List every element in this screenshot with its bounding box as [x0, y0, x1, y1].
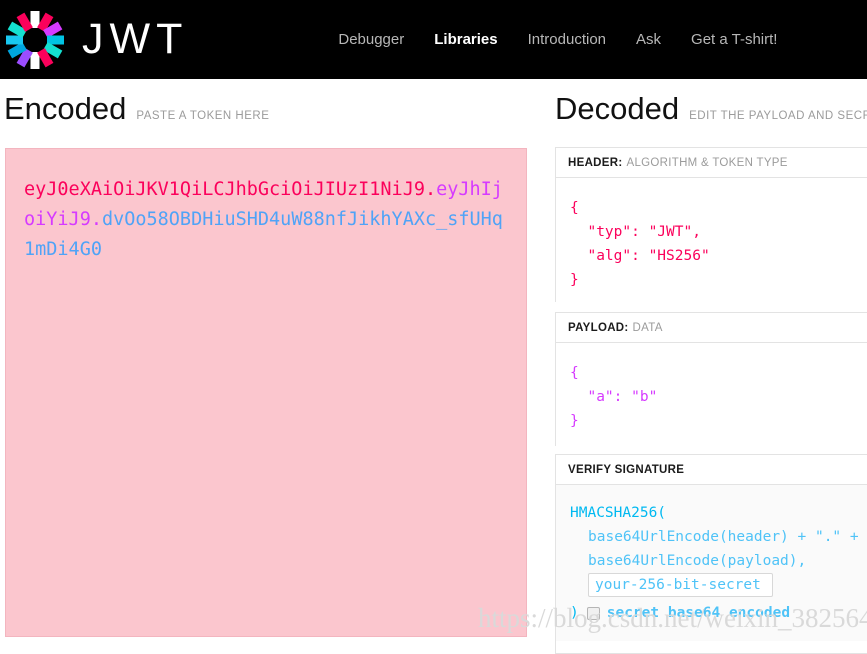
decoded-header-code[interactable]: { "typ": "JWT", "alg": "HS256" } [556, 178, 867, 308]
secret-input[interactable] [588, 573, 773, 597]
hmac-function-line: HMACSHA256( [570, 505, 667, 521]
base64url-payload-line: base64UrlEncode(payload), [588, 553, 807, 569]
decoded-column: Decoded EDIT THE PAYLOAD AND SECRET HEAD… [553, 79, 867, 654]
encoded-title: Encoded [4, 91, 127, 126]
decoded-header-label: HEADER: ALGORITHM & TOKEN TYPE [556, 148, 867, 178]
nav-link-ask[interactable]: Ask [636, 31, 661, 48]
decoded-payload-label: PAYLOAD: DATA [556, 313, 867, 343]
brand-logo-group[interactable]: JWT [4, 9, 188, 71]
token-header-segment: eyJ0eXAiOiJKV1QiLCJhbGciOiJIUzI1NiJ9 [24, 179, 425, 200]
nav-links: Debugger Libraries Introduction Ask Get … [338, 31, 777, 48]
decoded-header-card: HEADER: ALGORITHM & TOKEN TYPE { "typ": "… [555, 147, 867, 308]
token-separator-2: . [90, 209, 102, 230]
decoded-payload-card: PAYLOAD: DATA { "a": "b" } [555, 312, 867, 449]
decoded-subtitle: EDIT THE PAYLOAD AND SECRET [689, 110, 867, 122]
nav-link-libraries[interactable]: Libraries [434, 31, 497, 48]
verify-signature-body: HMACSHA256( base64UrlEncode(header) + ".… [556, 485, 867, 641]
verify-signature-footer: ) secret base64 encoded [570, 601, 867, 625]
nav-link-get-a-tshirt[interactable]: Get a T-shirt! [691, 31, 777, 48]
encoded-token-input[interactable]: eyJ0eXAiOiJKV1QiLCJhbGciOiJIUzI1NiJ9.eyJ… [5, 148, 527, 637]
decoded-payload-label-weak: DATA [632, 322, 663, 334]
encoded-column: Encoded PASTE A TOKEN HERE eyJ0eXAiOiJKV… [0, 79, 532, 637]
verify-signature-label: VERIFY SIGNATURE [556, 455, 867, 485]
encoded-heading: Encoded PASTE A TOKEN HERE [0, 79, 532, 124]
decoded-title: Decoded [555, 91, 680, 126]
decoded-header-label-weak: ALGORITHM & TOKEN TYPE [626, 157, 788, 169]
close-paren: ) [570, 605, 579, 621]
base64url-header-line: base64UrlEncode(header) + "." + [588, 529, 859, 545]
decoded-header-label-strong: HEADER: [568, 157, 623, 169]
verify-signature-label-strong: VERIFY SIGNATURE [568, 464, 685, 476]
brand-wordmark: JWT [82, 15, 189, 63]
encoded-subtitle: PASTE A TOKEN HERE [136, 110, 270, 122]
jwt-starburst-logo-icon [4, 9, 66, 71]
top-navigation-bar: JWT Debugger Libraries Introduction Ask … [0, 0, 867, 79]
decoded-payload-label-strong: PAYLOAD: [568, 322, 629, 334]
decoded-heading: Decoded EDIT THE PAYLOAD AND SECRET [553, 79, 867, 124]
token-separator-1: . [424, 179, 437, 200]
nav-link-debugger[interactable]: Debugger [338, 31, 404, 48]
decoded-payload-code[interactable]: { "a": "b" } [556, 343, 867, 449]
nav-link-introduction[interactable]: Introduction [528, 31, 606, 48]
verify-signature-card: VERIFY SIGNATURE HMACSHA256( base64UrlEn… [555, 454, 867, 654]
secret-base64-encoded-checkbox[interactable] [586, 606, 600, 620]
secret-base64-encoded-label[interactable]: secret base64 encoded [607, 601, 790, 625]
